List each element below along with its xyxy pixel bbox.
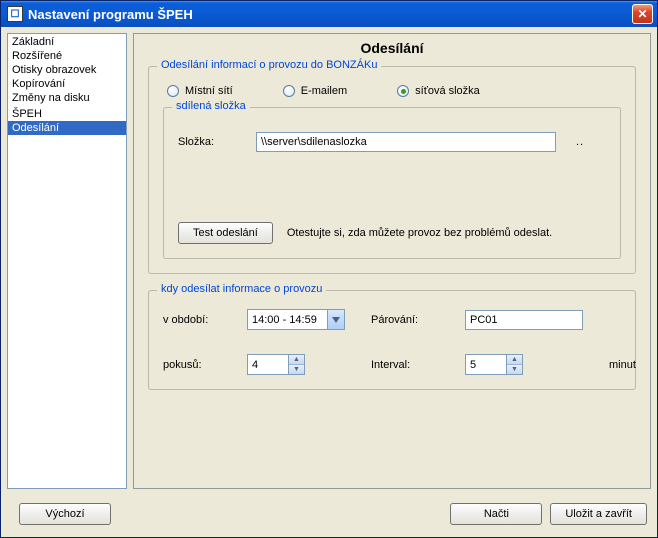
period-label: v období:	[163, 314, 233, 326]
folder-row: Složka: ..	[178, 132, 606, 152]
share-legend: sdílená složka	[172, 100, 250, 112]
radio-icon	[283, 85, 295, 97]
period-value: 14:00 - 14:59	[248, 310, 327, 329]
pair-input[interactable]	[465, 310, 583, 330]
tries-label: pokusů:	[163, 359, 233, 371]
folder-label: Složka:	[178, 136, 242, 148]
save-close-button[interactable]: Uložit a zavřít	[550, 503, 647, 525]
radio-icon	[397, 85, 409, 97]
spinner-buttons[interactable]: ▲ ▼	[288, 355, 304, 374]
schedule-legend: kdy odesílat informace o provozu	[157, 283, 326, 295]
defaults-button[interactable]: Výchozí	[19, 503, 111, 525]
test-send-button[interactable]: Test odeslání	[178, 222, 273, 244]
load-button[interactable]: Načti	[450, 503, 542, 525]
folder-input[interactable]	[256, 132, 556, 152]
test-row: Test odeslání Otestujte si, zda můžete p…	[178, 222, 606, 244]
app-icon: ☐	[7, 6, 23, 22]
interval-spinner[interactable]: 5 ▲ ▼	[465, 354, 523, 375]
sidebar-item-basic[interactable]: Základní	[8, 35, 126, 49]
transport-group: Odesílání informací o provozu do BONZÁKu…	[148, 66, 636, 274]
main-panel: Odesílání Odesílání informací o provozu …	[133, 33, 651, 489]
spinner-buttons[interactable]: ▲ ▼	[506, 355, 522, 374]
browse-button[interactable]: ..	[576, 136, 584, 148]
titlebar: ☐ Nastavení programu ŠPEH ✕	[1, 1, 657, 27]
tries-spinner[interactable]: 4 ▲ ▼	[247, 354, 305, 375]
test-hint: Otestujte si, zda můžete provoz bez prob…	[287, 227, 552, 239]
interval-label: Interval:	[371, 359, 451, 371]
sidebar-item-speh[interactable]: ŠPEH	[8, 107, 126, 121]
settings-window: ☐ Nastavení programu ŠPEH ✕ Základní Roz…	[0, 0, 658, 538]
schedule-grid: v období: 14:00 - 14:59 Párování: pokusů…	[163, 309, 621, 375]
chevron-down-icon: ▼	[289, 365, 304, 374]
schedule-group: kdy odesílat informace o provozu v obdob…	[148, 290, 636, 390]
radio-label: E-mailem	[301, 85, 347, 97]
interval-unit: minut	[609, 359, 636, 371]
pair-label: Párování:	[371, 314, 451, 326]
client-area: Základní Rozšířené Otisky obrazovek Kopí…	[1, 27, 657, 495]
chevron-up-icon: ▲	[507, 355, 522, 365]
tries-value: 4	[248, 355, 288, 374]
chevron-up-icon: ▲	[289, 355, 304, 365]
radio-local-network[interactable]: Místní sítí	[167, 85, 233, 97]
chevron-down-icon	[327, 310, 344, 329]
interval-value: 5	[466, 355, 506, 374]
radio-label: Místní sítí	[185, 85, 233, 97]
sidebar-item-sending[interactable]: Odesílání	[8, 121, 126, 135]
close-icon: ✕	[637, 7, 647, 21]
period-combo[interactable]: 14:00 - 14:59	[247, 309, 345, 330]
category-sidebar[interactable]: Základní Rozšířené Otisky obrazovek Kopí…	[7, 33, 127, 489]
sidebar-item-screenshots[interactable]: Otisky obrazovek	[8, 63, 126, 77]
radio-icon	[167, 85, 179, 97]
share-group: sdílená složka Složka: .. Test odeslání …	[163, 107, 621, 259]
close-button[interactable]: ✕	[632, 4, 653, 24]
transport-legend: Odesílání informací o provozu do BONZÁKu	[157, 59, 381, 71]
radio-email[interactable]: E-mailem	[283, 85, 347, 97]
chevron-down-icon: ▼	[507, 365, 522, 374]
sidebar-item-advanced[interactable]: Rozšířené	[8, 49, 126, 63]
footer: Výchozí Načti Uložit a zavřít	[1, 495, 657, 537]
sidebar-item-diskchanges[interactable]: Změny na disku	[8, 91, 126, 105]
window-title: Nastavení programu ŠPEH	[28, 7, 632, 22]
sidebar-item-copying[interactable]: Kopírování	[8, 77, 126, 91]
radio-label: síťová složka	[415, 85, 480, 97]
interval-wrap: 5 ▲ ▼	[465, 354, 595, 375]
radio-network-share[interactable]: síťová složka	[397, 85, 480, 97]
page-title: Odesílání	[148, 40, 636, 56]
